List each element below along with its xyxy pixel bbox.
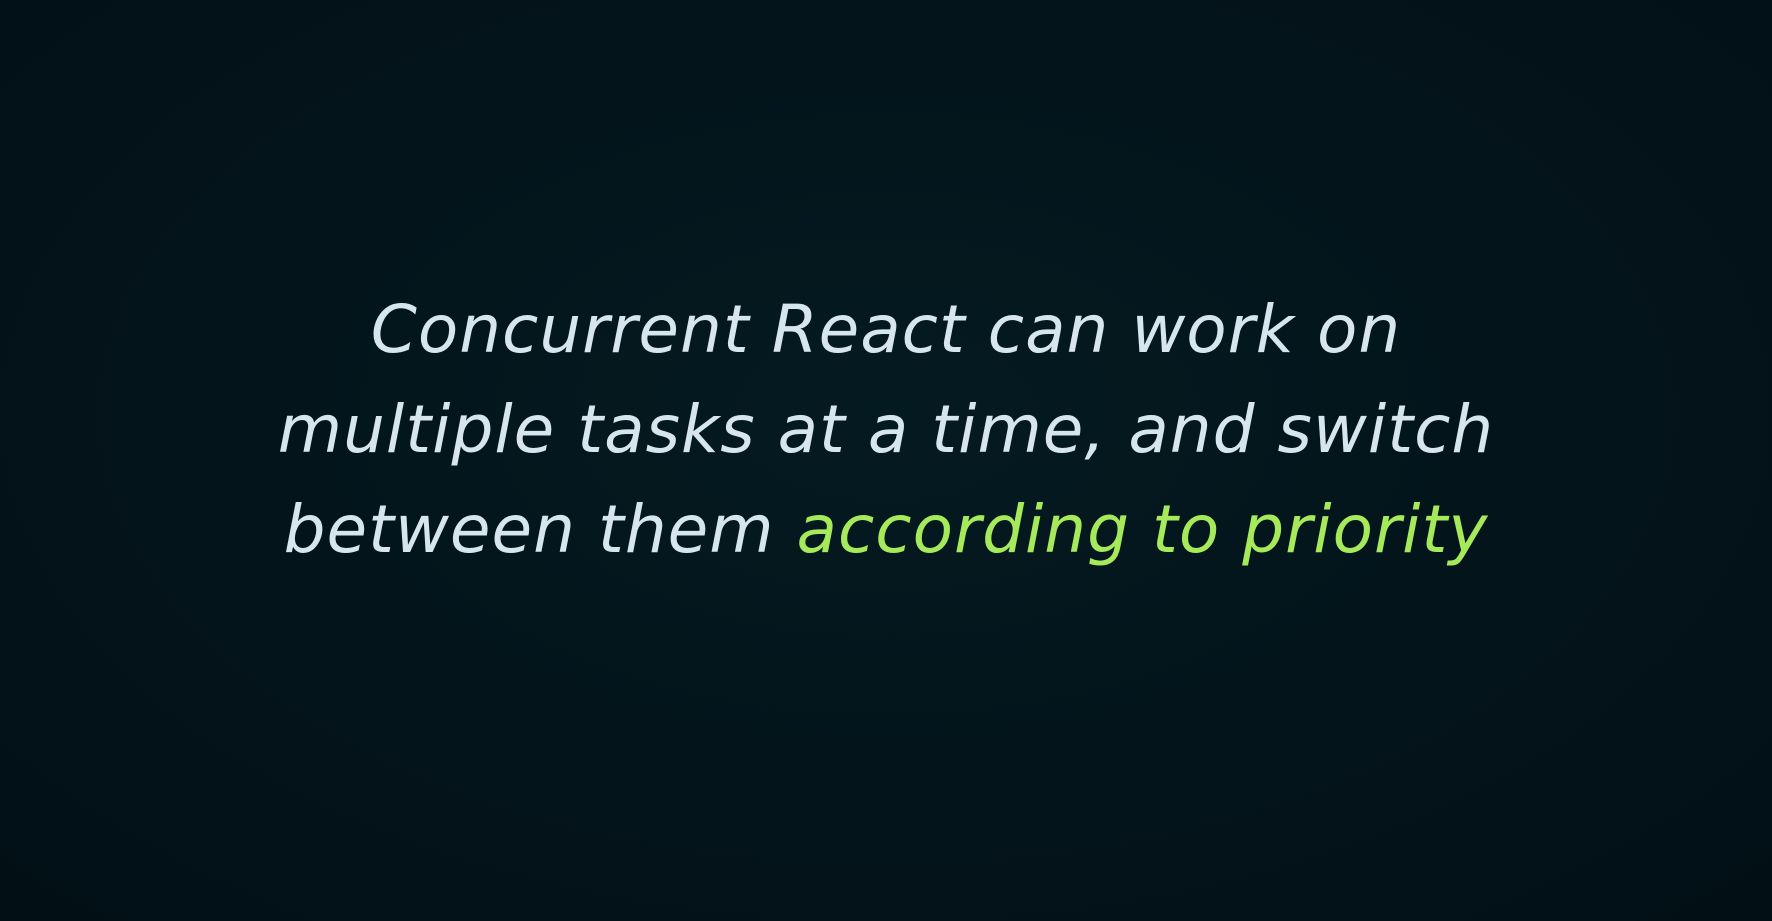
slide: Concurrent React can work on multiple ta… xyxy=(0,0,1772,921)
priority-highlight: according to priority xyxy=(796,491,1489,568)
quote-line-2: multiple tasks at a time, and switch xyxy=(277,391,1495,468)
slide-quote: Concurrent React can work on multiple ta… xyxy=(0,280,1772,580)
quote-line-3-text: between them xyxy=(283,491,797,568)
quote-line-3: between them according to priority xyxy=(0,480,1772,580)
quote-line-1: Concurrent React can work on xyxy=(370,291,1402,368)
